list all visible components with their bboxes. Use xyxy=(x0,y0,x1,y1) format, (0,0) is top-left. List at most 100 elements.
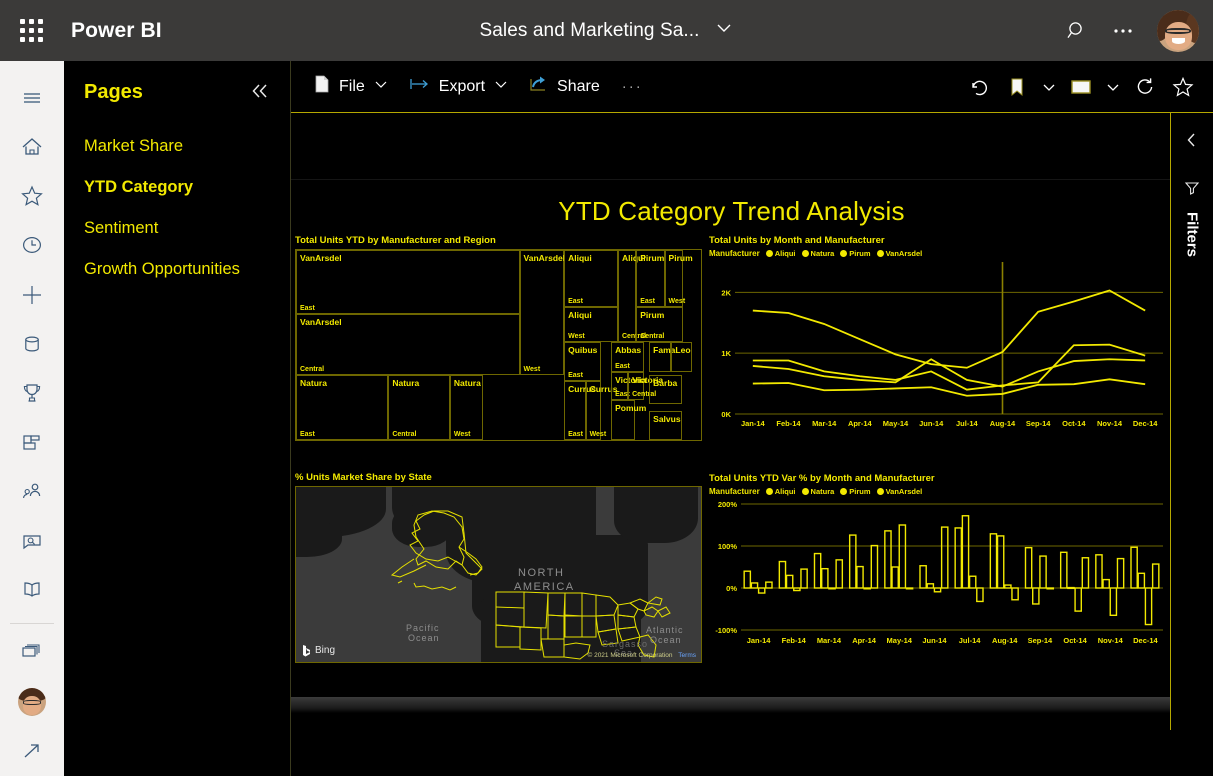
treemap-tile[interactable]: Leo xyxy=(671,341,692,372)
bar[interactable] xyxy=(1144,587,1153,626)
export-menu-button[interactable]: Export xyxy=(399,69,519,104)
star-icon[interactable] xyxy=(8,172,56,221)
treemap-tile[interactable]: Victoria East xyxy=(611,372,646,400)
bar-chart-visual[interactable]: Total Units YTD Var % by Month and Manuf… xyxy=(709,473,1169,663)
bar[interactable] xyxy=(848,534,857,589)
treemap-tile[interactable]: Aliqui Central xyxy=(617,250,646,342)
bar[interactable] xyxy=(905,587,914,590)
bar[interactable] xyxy=(765,581,773,589)
bar[interactable] xyxy=(835,559,844,589)
page-item-market-share[interactable]: Market Share xyxy=(64,126,290,167)
bar[interactable] xyxy=(1024,546,1033,589)
bar-chart-plot[interactable]: -100% 0% 100% 200% Jan-14 Feb-14 Mar-14 Apr-14 M… xyxy=(709,498,1169,648)
app-launcher-icon[interactable] xyxy=(0,0,62,61)
treemap-tile[interactable]: Aliqui East xyxy=(564,250,618,307)
bar[interactable] xyxy=(1130,546,1138,589)
map-visual[interactable]: % Units Market Share by State NORTH AMER… xyxy=(295,472,702,663)
bar[interactable] xyxy=(891,566,899,589)
funnel-icon[interactable] xyxy=(1183,179,1201,202)
bar[interactable] xyxy=(1067,586,1075,590)
hamburger-menu-icon[interactable] xyxy=(8,73,56,122)
treemap-plot[interactable]: VanArsdel East VanArsdel Central VanArsdel We… xyxy=(295,249,702,441)
bar[interactable] xyxy=(757,587,766,594)
bar[interactable] xyxy=(954,527,963,589)
workspaces-icon[interactable] xyxy=(8,628,56,677)
bar[interactable] xyxy=(863,587,871,590)
bar[interactable] xyxy=(961,515,970,589)
avatar[interactable] xyxy=(1157,9,1199,52)
bar[interactable] xyxy=(828,587,836,590)
bar[interactable] xyxy=(1046,587,1055,590)
bar[interactable] xyxy=(1116,557,1125,589)
search-icon[interactable] xyxy=(1057,11,1097,51)
legend-item-natura[interactable]: Natura xyxy=(801,249,834,258)
bar[interactable] xyxy=(989,533,998,589)
bar[interactable] xyxy=(743,570,752,589)
bar[interactable] xyxy=(1109,587,1118,616)
view-rectangle-icon[interactable] xyxy=(1063,69,1099,105)
undo-arrow-icon[interactable] xyxy=(961,69,997,105)
database-icon[interactable] xyxy=(8,319,56,368)
line-chart-plot[interactable]: 0K 1K 2K Jan-14 Feb-14 Mar-14 Apr-14 May-14 Jun-… xyxy=(709,260,1169,432)
favorite-star-outline-icon[interactable] xyxy=(1165,69,1201,105)
bar[interactable] xyxy=(1102,578,1110,589)
treemap-tile[interactable]: Pomum xyxy=(611,399,646,440)
treemap-tile[interactable]: Aliqui West xyxy=(564,307,618,342)
bar[interactable] xyxy=(1151,563,1160,589)
treemap-tile[interactable]: Natura Central xyxy=(388,375,450,440)
refresh-circle-icon[interactable] xyxy=(1127,69,1163,105)
treemap-tile[interactable]: Victoria Central xyxy=(628,372,663,400)
legend-item-natura[interactable]: Natura xyxy=(801,487,834,496)
treemap-tile[interactable]: VanArsdel West xyxy=(519,250,565,376)
chevron-left-icon[interactable] xyxy=(1183,131,1201,153)
clock-icon[interactable] xyxy=(8,221,56,270)
line-chart-visual[interactable]: Total Units by Month and Manufacturer Ma… xyxy=(709,235,1169,440)
legend-item-aliqui[interactable]: Aliqui xyxy=(765,249,796,258)
learn-book-icon[interactable] xyxy=(8,566,56,615)
bar[interactable] xyxy=(926,583,935,589)
bookmark-icon[interactable] xyxy=(999,69,1035,105)
treemap-tile[interactable]: Barba xyxy=(649,375,682,404)
treemap-tile[interactable]: VanArsdel Central xyxy=(296,314,520,376)
bar[interactable] xyxy=(1039,555,1047,589)
view-chevron-down-icon[interactable] xyxy=(1101,69,1125,105)
deployment-pipeline-icon[interactable] xyxy=(8,517,56,566)
treemap-tile[interactable]: Pirum Central xyxy=(636,307,683,342)
bar[interactable] xyxy=(968,575,977,589)
bar[interactable] xyxy=(750,582,759,589)
bar[interactable] xyxy=(785,574,794,589)
toolbar-more-icon[interactable]: ··· xyxy=(610,72,655,101)
treemap-tile[interactable]: Natura West xyxy=(449,375,484,440)
home-icon[interactable] xyxy=(8,122,56,171)
legend-item-aliqui[interactable]: Aliqui xyxy=(765,487,796,496)
bar[interactable] xyxy=(933,587,942,593)
page-item-ytd-category[interactable]: YTD Category xyxy=(64,167,290,208)
bar[interactable] xyxy=(996,535,1005,589)
people-icon[interactable] xyxy=(8,467,56,516)
bar[interactable] xyxy=(856,565,864,589)
line-series-vanarsdel[interactable] xyxy=(752,289,1146,369)
treemap-tile[interactable]: Fama xyxy=(649,341,675,372)
brand-title[interactable]: Power BI xyxy=(71,19,162,43)
share-button[interactable]: Share xyxy=(519,69,610,104)
file-menu-button[interactable]: File xyxy=(303,68,399,105)
my-workspace-avatar-icon[interactable] xyxy=(8,677,56,726)
page-title[interactable]: Sales and Marketing Sa... xyxy=(479,20,699,42)
bar[interactable] xyxy=(1004,584,1012,589)
bar[interactable] xyxy=(884,530,892,589)
legend-item-pirum[interactable]: Pirum xyxy=(840,487,871,496)
treemap-tile[interactable]: Currus West xyxy=(585,380,617,440)
legend-item-vanarsdel[interactable]: VanArsdel xyxy=(876,249,922,258)
double-chevron-left-icon[interactable] xyxy=(248,82,272,104)
bar[interactable] xyxy=(1074,587,1082,612)
map-terms-link[interactable]: Terms xyxy=(678,652,696,659)
bookmarks-chevron-down-icon[interactable] xyxy=(1037,69,1061,105)
bar[interactable] xyxy=(1059,551,1068,589)
bar[interactable] xyxy=(793,587,801,592)
treemap-tile[interactable]: Quibus East xyxy=(564,341,601,381)
map-plot[interactable]: NORTH AMERICA Pacific Ocean Atlantic Oce… xyxy=(295,486,702,663)
bar[interactable] xyxy=(821,567,829,589)
bar[interactable] xyxy=(778,560,787,589)
bar[interactable] xyxy=(800,568,808,589)
treemap-tile[interactable]: Currus East xyxy=(564,380,596,440)
